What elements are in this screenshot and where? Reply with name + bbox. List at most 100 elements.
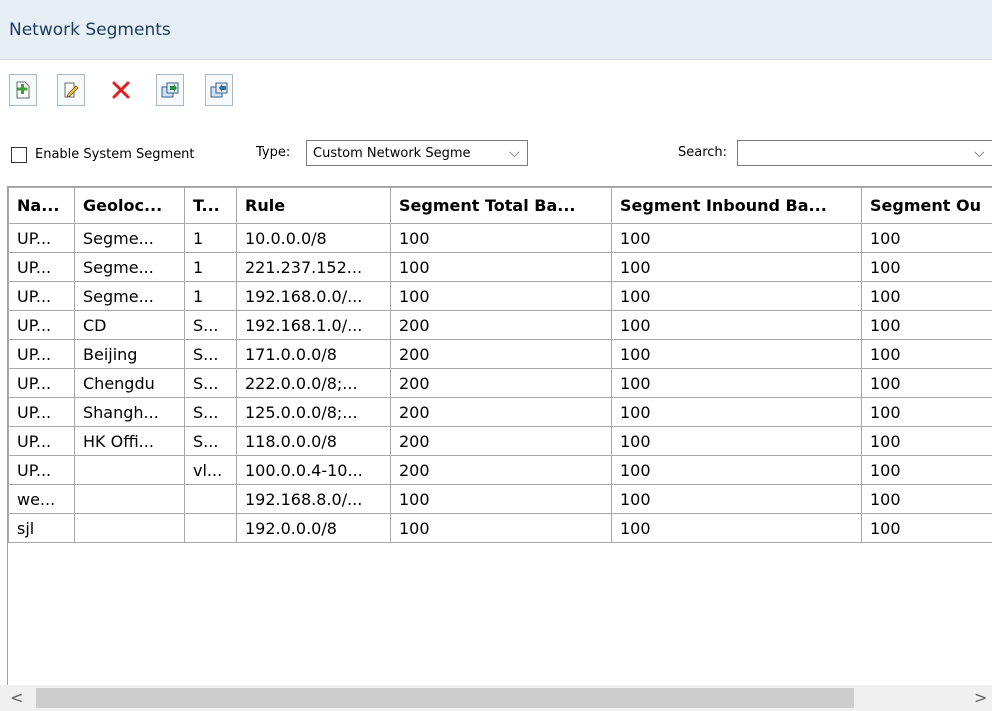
cell-geolocation: CD <box>74 310 185 340</box>
filter-bar: Enable System Segment Type: Custom Netwo… <box>0 138 992 170</box>
type-select[interactable]: Custom Network Segme ⌵ <box>306 140 528 166</box>
cell-inbound-bandwidth: 100 <box>611 339 862 369</box>
cell-rule: 171.0.0.0/8 <box>236 339 391 369</box>
cell-name: UP... <box>8 310 75 340</box>
table-row[interactable]: UP... Segme... 1 192.168.0.0/... 100 100 100 <box>8 281 992 311</box>
cell-rule: 100.0.0.4-10... <box>236 455 391 485</box>
scroll-left-icon[interactable]: < <box>10 688 23 707</box>
cell-type: 1 <box>184 281 237 311</box>
table-row[interactable]: UP... Segme... 1 221.237.152... 100 100 100 <box>8 252 992 282</box>
cell-geolocation <box>74 484 185 514</box>
cell-rule: 118.0.0.0/8 <box>236 426 391 456</box>
cell-total-bandwidth: 200 <box>390 339 612 369</box>
cell-outbound-bandwidth: 100 <box>861 513 992 543</box>
horizontal-scrollbar[interactable]: < > <box>0 685 992 711</box>
cell-type: S... <box>184 397 237 427</box>
cell-type: 1 <box>184 223 237 253</box>
cell-name: UP... <box>8 281 75 311</box>
column-header-inbound-bandwidth[interactable]: Segment Inbound Ba... <box>611 187 862 224</box>
cell-inbound-bandwidth: 100 <box>611 252 862 282</box>
cell-type: vl... <box>184 455 237 485</box>
type-select-value: Custom Network Segme <box>313 146 471 161</box>
cell-type: S... <box>184 368 237 398</box>
search-label: Search: <box>678 145 728 160</box>
edit-pencil-icon <box>62 80 80 100</box>
cell-inbound-bandwidth: 100 <box>611 513 862 543</box>
cell-outbound-bandwidth: 100 <box>861 368 992 398</box>
cell-total-bandwidth: 200 <box>390 426 612 456</box>
cell-geolocation <box>74 513 185 543</box>
cell-type: 1 <box>184 252 237 282</box>
segments-table-container: Na... Geoloc... T... Rule Segment Total … <box>7 186 992 711</box>
cell-name: UP... <box>8 368 75 398</box>
import-button[interactable] <box>156 74 184 106</box>
column-header-type[interactable]: T... <box>184 187 237 224</box>
cell-type <box>184 484 237 514</box>
cell-geolocation: Segme... <box>74 223 185 253</box>
add-document-icon <box>14 80 32 100</box>
cell-name: sjl <box>8 513 75 543</box>
table-row[interactable]: UP... Chengdu S... 222.0.0.0/8;... 200 100 100 <box>8 368 992 398</box>
cell-total-bandwidth: 200 <box>390 368 612 398</box>
cell-total-bandwidth: 100 <box>390 513 612 543</box>
import-icon <box>160 80 180 100</box>
type-label: Type: <box>256 145 291 160</box>
table-row[interactable]: UP... Beijing S... 171.0.0.0/8 200 100 100 <box>8 339 992 369</box>
cell-rule: 192.168.0.0/... <box>236 281 391 311</box>
table-row[interactable]: sjl 192.0.0.0/8 100 100 100 <box>8 513 992 543</box>
chevron-down-icon[interactable]: ⌵ <box>974 145 985 161</box>
delete-x-icon <box>111 80 131 100</box>
segments-table: Na... Geoloc... T... Rule Segment Total … <box>8 187 992 543</box>
enable-system-segment-checkbox[interactable] <box>11 147 27 163</box>
cell-name: we... <box>8 484 75 514</box>
cell-outbound-bandwidth: 100 <box>861 455 992 485</box>
table-row[interactable]: we... 192.168.8.0/... 100 100 100 <box>8 484 992 514</box>
column-header-name[interactable]: Na... <box>8 187 75 224</box>
export-button[interactable] <box>205 74 233 106</box>
export-icon <box>209 80 229 100</box>
table-row[interactable]: UP... Shangh... S... 125.0.0.0/8;... 200 100 1… <box>8 397 992 427</box>
cell-outbound-bandwidth: 100 <box>861 252 992 282</box>
cell-rule: 192.168.8.0/... <box>236 484 391 514</box>
column-header-rule[interactable]: Rule <box>236 187 391 224</box>
cell-outbound-bandwidth: 100 <box>861 397 992 427</box>
table-row[interactable]: UP... vl... 100.0.0.4-10... 200 100 100 <box>8 455 992 485</box>
cell-name: UP... <box>8 252 75 282</box>
cell-outbound-bandwidth: 100 <box>861 223 992 253</box>
cell-geolocation: Segme... <box>74 252 185 282</box>
cell-geolocation: Beijing <box>74 339 185 369</box>
table-row[interactable]: UP... Segme... 1 10.0.0.0/8 100 100 100 <box>8 223 992 253</box>
cell-total-bandwidth: 100 <box>390 223 612 253</box>
scroll-right-icon[interactable]: > <box>974 688 987 707</box>
table-row[interactable]: UP... CD S... 192.168.1.0/... 200 100 100 <box>8 310 992 340</box>
cell-geolocation <box>74 455 185 485</box>
edit-button[interactable] <box>57 74 85 106</box>
cell-rule: 192.0.0.0/8 <box>236 513 391 543</box>
table-header-row: Na... Geoloc... T... Rule Segment Total … <box>8 187 992 224</box>
cell-inbound-bandwidth: 100 <box>611 223 862 253</box>
cell-total-bandwidth: 100 <box>390 252 612 282</box>
cell-outbound-bandwidth: 100 <box>861 310 992 340</box>
cell-total-bandwidth: 200 <box>390 455 612 485</box>
chevron-down-icon: ⌵ <box>509 145 520 161</box>
cell-name: UP... <box>8 426 75 456</box>
cell-rule: 221.237.152... <box>236 252 391 282</box>
search-input[interactable]: ⌵ <box>737 140 992 166</box>
scrollbar-thumb[interactable] <box>36 688 854 708</box>
cell-type: S... <box>184 339 237 369</box>
cell-inbound-bandwidth: 100 <box>611 426 862 456</box>
cell-type <box>184 513 237 543</box>
cell-total-bandwidth: 100 <box>390 484 612 514</box>
cell-outbound-bandwidth: 100 <box>861 484 992 514</box>
delete-button[interactable] <box>107 74 135 106</box>
cell-geolocation: HK Offi... <box>74 426 185 456</box>
cell-total-bandwidth: 200 <box>390 310 612 340</box>
enable-system-segment-label[interactable]: Enable System Segment <box>35 147 195 162</box>
column-header-geolocation[interactable]: Geoloc... <box>74 187 185 224</box>
add-button[interactable] <box>9 74 37 106</box>
table-row[interactable]: UP... HK Offi... S... 118.0.0.0/8 200 100 100 <box>8 426 992 456</box>
column-header-outbound-bandwidth[interactable]: Segment Ou <box>861 187 992 224</box>
cell-type: S... <box>184 426 237 456</box>
column-header-total-bandwidth[interactable]: Segment Total Ba... <box>390 187 612 224</box>
cell-inbound-bandwidth: 100 <box>611 455 862 485</box>
